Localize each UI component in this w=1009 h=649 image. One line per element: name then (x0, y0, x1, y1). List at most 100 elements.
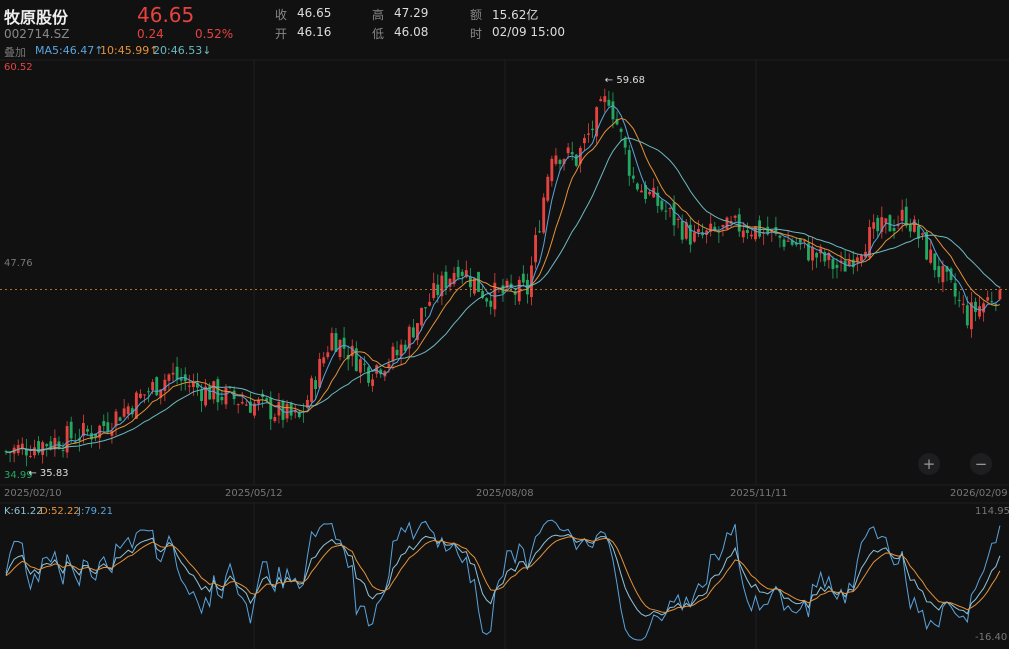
zoom-out-button[interactable]: − (970, 453, 992, 475)
candle-down (485, 298, 489, 302)
candle-down (778, 235, 782, 238)
candle-up (725, 217, 729, 230)
candle-down (627, 150, 631, 176)
kdj-d-value: D:52.22 (40, 506, 80, 517)
kdj-j-line (5, 519, 1001, 641)
candle-down (558, 159, 562, 165)
kdj-j-value: J:79.21 (78, 506, 113, 517)
candle-down (220, 396, 224, 401)
candle-down (904, 206, 908, 226)
kdj-axis-bottom: -16.40 (975, 632, 1008, 643)
date-label: 2025/02/10 (4, 488, 62, 499)
candle-down (175, 366, 179, 380)
candle-up (603, 96, 607, 103)
candle-up (721, 224, 725, 227)
candle-down (468, 276, 472, 288)
candle-down (216, 379, 220, 403)
candle-up (420, 307, 423, 326)
candle-up (138, 393, 142, 398)
candle-up (330, 332, 334, 351)
max-price-marker: ← 59.68 (604, 74, 645, 86)
zoom-in-button[interactable]: + (918, 453, 940, 475)
candle-up (187, 385, 191, 387)
candle-up (29, 455, 32, 457)
candle-down (424, 307, 427, 309)
candle-up (244, 404, 248, 406)
candle-down (937, 266, 941, 278)
date-label: 2025/05/12 (225, 488, 283, 499)
axis-top-price: 60.52 (4, 62, 33, 73)
candle-down (835, 264, 839, 268)
candle-down (591, 128, 595, 131)
candle-up (884, 218, 888, 224)
candle-down (86, 429, 89, 432)
candle-up (961, 303, 965, 305)
candle-down (574, 154, 578, 166)
candle-up (310, 378, 313, 402)
candle-up (171, 372, 175, 375)
candle-up (546, 176, 550, 201)
candle-up (41, 442, 45, 455)
candle-down (269, 397, 273, 420)
candle-up (534, 235, 537, 263)
candle-up (65, 426, 69, 453)
candle-up (566, 147, 570, 154)
candle-down (607, 99, 611, 106)
candle-up (542, 197, 546, 233)
candle-down (798, 239, 802, 243)
candle-down (831, 259, 835, 269)
candle-up (554, 155, 558, 164)
candle-down (342, 337, 346, 349)
date-label: 2026/02/09 (950, 488, 1008, 499)
candle-up (240, 402, 244, 404)
candle-up (860, 255, 863, 261)
candle-up (668, 208, 672, 210)
kline-chart[interactable] (0, 0, 1009, 649)
candle-down (908, 224, 912, 232)
candle-down (45, 444, 49, 447)
candle-down (758, 220, 762, 237)
candle-up (692, 232, 696, 242)
candle-up (587, 133, 590, 135)
candle-down (395, 349, 399, 356)
candle-up (236, 404, 240, 406)
candle-up (151, 382, 155, 391)
candle-down (672, 202, 676, 226)
candle-down (957, 299, 961, 301)
candle-down (538, 231, 542, 233)
candle-up (640, 190, 643, 193)
candle-up (912, 219, 916, 232)
candle-up (550, 158, 554, 182)
candle-down (69, 421, 73, 439)
candle-up (900, 209, 904, 221)
candle-down (24, 449, 28, 456)
candle-up (855, 257, 859, 262)
candle-down (990, 301, 994, 303)
candle-down (974, 301, 977, 312)
candle-up (921, 233, 924, 235)
candle-up (697, 229, 700, 233)
candle-down (631, 175, 635, 179)
candle-up (191, 382, 195, 388)
candle-down (892, 227, 896, 231)
candle-down (363, 363, 366, 365)
candle-up (126, 406, 130, 415)
candle-down (147, 391, 150, 393)
min-price-marker: ← 35.83 (28, 468, 69, 480)
date-label: 2025/08/08 (476, 488, 534, 499)
candle-up (371, 379, 375, 386)
candle-down (155, 377, 159, 396)
candle-up (33, 447, 36, 456)
candle-down (460, 271, 464, 276)
candle-up (941, 265, 945, 283)
candle-up (811, 247, 814, 261)
candle-up (399, 344, 403, 357)
candle-up (285, 403, 289, 419)
candle-up (322, 357, 326, 364)
axis-mid-price: 47.76 (4, 258, 33, 269)
candle-up (143, 394, 146, 396)
candle-down (489, 300, 493, 307)
candle-up (167, 374, 171, 381)
candle-up (114, 411, 118, 427)
candle-up (163, 379, 167, 391)
